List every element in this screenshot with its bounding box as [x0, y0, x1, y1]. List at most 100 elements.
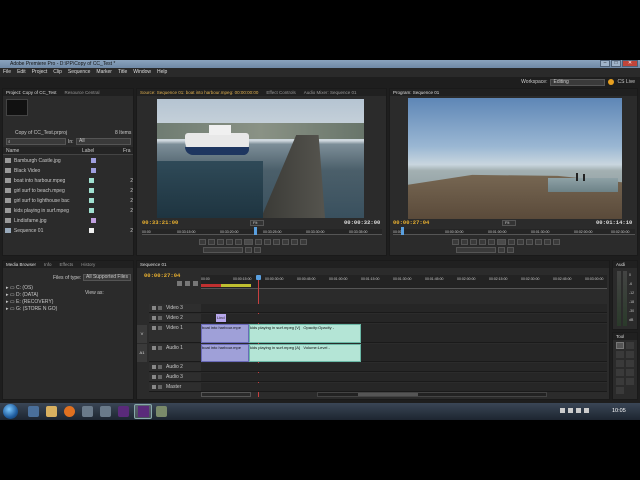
active-task[interactable] [134, 404, 152, 419]
program-fit-select[interactable]: Fit [502, 220, 516, 226]
battery-icon[interactable] [584, 408, 589, 413]
go-to-out-button[interactable] [264, 239, 271, 245]
tab-audio-meters[interactable]: Audi [616, 261, 625, 268]
track-lane[interactable] [201, 304, 607, 313]
timeline-current-timecode[interactable]: 00:00:27:04 [144, 272, 180, 279]
track-header[interactable]: Audio 1 [149, 344, 201, 362]
slide-tool-icon[interactable] [626, 369, 634, 376]
play-icon[interactable] [497, 239, 506, 245]
drive-row[interactable]: ▸ ▭ D: (DATA) [6, 292, 38, 298]
export-frame-icon[interactable] [300, 239, 307, 245]
source-fit-select[interactable]: Fit [250, 220, 264, 226]
ie-icon[interactable] [28, 406, 39, 417]
slip-tool-icon[interactable] [616, 369, 624, 376]
col-label[interactable]: Label [82, 148, 94, 154]
go-to-out-button[interactable] [517, 239, 524, 245]
extract-button[interactable] [507, 247, 514, 253]
lock-icon[interactable] [158, 385, 162, 389]
label-color-chip[interactable] [91, 158, 96, 163]
marker-icon[interactable] [185, 281, 190, 286]
source-current-timecode[interactable]: 00:33:21:00 [142, 219, 178, 226]
overlay-button[interactable] [254, 247, 261, 253]
lift-button[interactable] [498, 247, 505, 253]
network-icon[interactable] [568, 408, 573, 413]
zoom-slider[interactable] [201, 392, 251, 397]
speaker-icon[interactable] [152, 365, 156, 369]
audio-clip[interactable]: boat into harbour.mpe [201, 344, 249, 362]
set-marker-button[interactable] [470, 239, 477, 245]
lock-icon[interactable] [158, 365, 162, 369]
app-icon[interactable] [156, 406, 167, 417]
hand-tool-icon[interactable] [626, 378, 634, 385]
pen-tool-icon[interactable] [616, 378, 624, 385]
step-forward-button[interactable] [255, 239, 262, 245]
col-frame[interactable]: Fra [123, 148, 131, 154]
speaker-icon[interactable] [152, 385, 156, 389]
flag-icon[interactable] [560, 408, 565, 413]
menu-title[interactable]: Title [118, 68, 127, 77]
audio-target-icon[interactable]: A1 [137, 344, 147, 362]
title-clip[interactable]: Lind [216, 314, 226, 322]
label-color-chip[interactable] [89, 198, 95, 203]
video-target-icon[interactable]: V [137, 325, 147, 343]
scrollbar-thumb[interactable] [358, 393, 418, 396]
drive-row[interactable]: ▸ ▭ C: (OS) [6, 285, 33, 291]
rolling-edit-tool-icon[interactable] [626, 351, 634, 358]
tab-sequence-01[interactable]: Sequence 01 [140, 261, 167, 268]
go-to-in-button[interactable] [479, 239, 486, 245]
lock-icon[interactable] [158, 326, 162, 330]
tab-program[interactable]: Program: Sequence 01 [393, 89, 439, 96]
project-item[interactable]: girl surf to beach.mpeg 2 [5, 187, 133, 194]
jog-control[interactable] [203, 247, 243, 253]
project-item[interactable]: kids playing in surf.mpeg 2 [5, 207, 133, 214]
ripple-edit-tool-icon[interactable] [616, 351, 624, 358]
menu-file[interactable]: File [3, 68, 11, 77]
loop-button[interactable] [535, 239, 542, 245]
in-select[interactable]: All [76, 138, 131, 145]
files-of-type-select[interactable]: All Supported Files [83, 274, 131, 281]
snap-icon[interactable] [177, 281, 182, 286]
app-icon[interactable] [100, 406, 111, 417]
video-clip[interactable]: boat into harbour.mpe [201, 324, 249, 343]
project-item[interactable]: Bamburgh Castle.jpg [5, 157, 133, 164]
explorer-icon[interactable] [46, 406, 57, 417]
premiere-icon[interactable] [118, 406, 129, 417]
start-button-icon[interactable] [3, 404, 18, 419]
track-lane[interactable] [201, 373, 607, 382]
lock-icon[interactable] [158, 375, 162, 379]
lock-icon[interactable] [158, 316, 162, 320]
track-lane[interactable] [201, 363, 607, 372]
lock-icon[interactable] [158, 306, 162, 310]
tab-source[interactable]: Source: Sequence 01: boat into harbour.m… [140, 89, 258, 96]
menu-edit[interactable]: Edit [17, 68, 26, 77]
label-color-chip[interactable] [91, 168, 96, 173]
play-in-to-out-button[interactable] [526, 239, 533, 245]
track-header[interactable]: Audio 2 [149, 363, 201, 372]
program-time-ruler[interactable]: 00:00 00:00:30:00 00:01:00:00 00:01:30:0… [393, 227, 635, 235]
audio-clip[interactable]: kids playing in surf.mpeg [A] Volume:Lev… [249, 344, 361, 362]
step-forward-button[interactable] [508, 239, 515, 245]
safe-margins-button[interactable] [291, 239, 298, 245]
label-color-chip[interactable] [89, 178, 95, 183]
project-item[interactable]: Lindisfarne.jpg [5, 217, 133, 224]
drive-row[interactable]: ▸ ▭ G: (STORE N GO) [6, 306, 57, 312]
playhead-handle[interactable] [256, 275, 261, 280]
go-to-in-button[interactable] [226, 239, 233, 245]
video-clip[interactable]: kids playing in surf.mpeg [V] Opacity:Op… [249, 324, 361, 343]
project-item[interactable]: Sequence 01 2 [5, 227, 133, 234]
speaker-icon[interactable] [152, 375, 156, 379]
track-header[interactable]: Video 2 [149, 314, 201, 323]
jog-control[interactable] [456, 247, 496, 253]
menu-sequence[interactable]: Sequence [68, 68, 91, 77]
tab-media-browser[interactable]: Media Browser [6, 261, 36, 268]
tab-history[interactable]: History [81, 261, 95, 268]
cs-live-label[interactable]: CS Live [617, 79, 635, 85]
cs-live-icon[interactable] [608, 79, 615, 85]
speaker-icon[interactable] [152, 346, 156, 350]
label-color-chip[interactable] [89, 188, 95, 193]
track-lane[interactable] [201, 383, 607, 392]
menu-marker[interactable]: Marker [96, 68, 112, 77]
tab-effects[interactable]: Effects [60, 261, 74, 268]
source-playhead[interactable] [254, 227, 257, 235]
label-color-chip[interactable] [89, 208, 95, 213]
